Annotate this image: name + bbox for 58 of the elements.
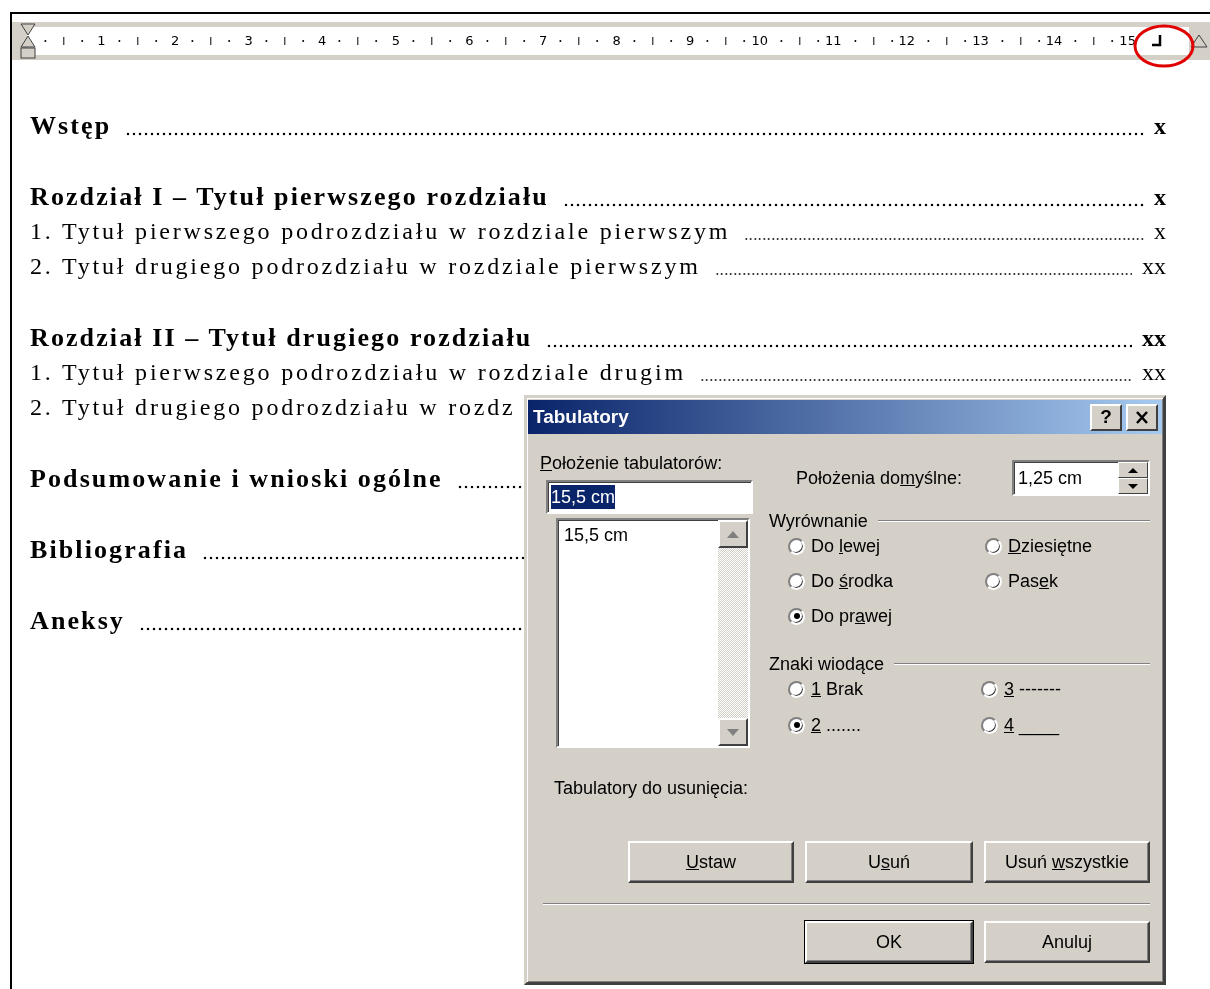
- group-label: Znaki wiodące: [769, 653, 885, 675]
- radio-button[interactable]: [788, 607, 805, 625]
- radio-label[interactable]: 4 ____: [1004, 713, 1060, 737]
- section-title: 2. Tytuł drugiego podrozdziału w rozdz: [30, 393, 516, 422]
- chapter-title: Bibliografia: [30, 534, 189, 566]
- radio-label[interactable]: 3 -------: [1004, 677, 1061, 701]
- spin-up-icon[interactable]: [1128, 467, 1138, 473]
- page-number: xx: [1142, 324, 1166, 353]
- radio-label[interactable]: 2 .......: [811, 713, 862, 737]
- dialog-button[interactable]: Usuń wszystkie: [984, 841, 1150, 883]
- radio-button[interactable]: [981, 716, 998, 734]
- tab-stops-list[interactable]: 15,5 cm: [556, 518, 750, 748]
- chapter-title: Podsumowanie i wnioski ogólne: [30, 463, 443, 495]
- dialog-button[interactable]: Usuń: [805, 841, 973, 883]
- page-number: x: [1154, 217, 1166, 246]
- radio-label[interactable]: Do środka: [811, 569, 894, 593]
- scrollbar[interactable]: [718, 520, 748, 746]
- ok-button[interactable]: OK: [805, 921, 973, 963]
- page-number: x: [1154, 183, 1166, 212]
- spin-down-icon[interactable]: [1128, 483, 1138, 489]
- page-number: xx: [1142, 358, 1166, 387]
- radio-label[interactable]: Pasek: [1008, 569, 1059, 593]
- field-label: Położenie tabulatorów:: [540, 452, 724, 474]
- radio-button[interactable]: [788, 537, 805, 555]
- chapter-title: Aneksy: [30, 605, 125, 637]
- dialog-button[interactable]: Ustaw: [628, 841, 794, 883]
- help-button[interactable]: ?: [1090, 403, 1122, 431]
- radio-label[interactable]: Do lewej: [811, 534, 881, 558]
- scroll-down-icon[interactable]: [727, 728, 739, 736]
- list-item[interactable]: 15,5 cm: [562, 524, 714, 546]
- radio-button[interactable]: [981, 680, 998, 698]
- section-title: 1. Tytuł pierwszego podrozdziału w rozdziale pierwszym: [30, 217, 731, 246]
- radio-button[interactable]: [985, 537, 1002, 555]
- radio-label[interactable]: 1 Brak: [811, 677, 864, 701]
- group-label: Wyrównanie: [769, 510, 868, 532]
- default-stops-spinner[interactable]: 1,25 cm: [1012, 460, 1150, 496]
- right-tab-stop-icon: [1150, 35, 1163, 47]
- radio-button[interactable]: [788, 680, 805, 698]
- chapter-title: Rozdział I – Tytuł pierwszego rozdziału: [30, 181, 549, 213]
- cancel-button[interactable]: Anuluj: [984, 921, 1150, 963]
- page-number: xx: [1142, 252, 1166, 281]
- radio-label[interactable]: Do prawej: [811, 604, 893, 628]
- field-label: Tabulatory do usunięcia:: [554, 777, 750, 799]
- section-title: 1. Tytuł pierwszego podrozdziału w rozdziale drugim: [30, 358, 686, 387]
- radio-button[interactable]: [788, 572, 805, 590]
- field-label: Położenia domyślne:: [796, 467, 963, 489]
- close-icon[interactable]: [1135, 410, 1149, 424]
- section-title: 2. Tytuł drugiego podrozdziału w rozdziale pierwszym: [30, 252, 701, 281]
- window-title: Tabulatory: [533, 406, 630, 428]
- radio-label[interactable]: Dziesiętne: [1008, 534, 1093, 558]
- chapter-title: Wstęp: [30, 110, 112, 142]
- close-button[interactable]: [1126, 403, 1158, 431]
- page-number: x: [1154, 112, 1166, 141]
- tab-position-field[interactable]: 15,5 cm: [546, 480, 753, 514]
- radio-button[interactable]: [788, 716, 805, 734]
- radio-button[interactable]: [985, 572, 1002, 590]
- scroll-up-icon[interactable]: [727, 530, 739, 538]
- chapter-title: Rozdział II – Tytuł drugiego rozdziału: [30, 322, 533, 354]
